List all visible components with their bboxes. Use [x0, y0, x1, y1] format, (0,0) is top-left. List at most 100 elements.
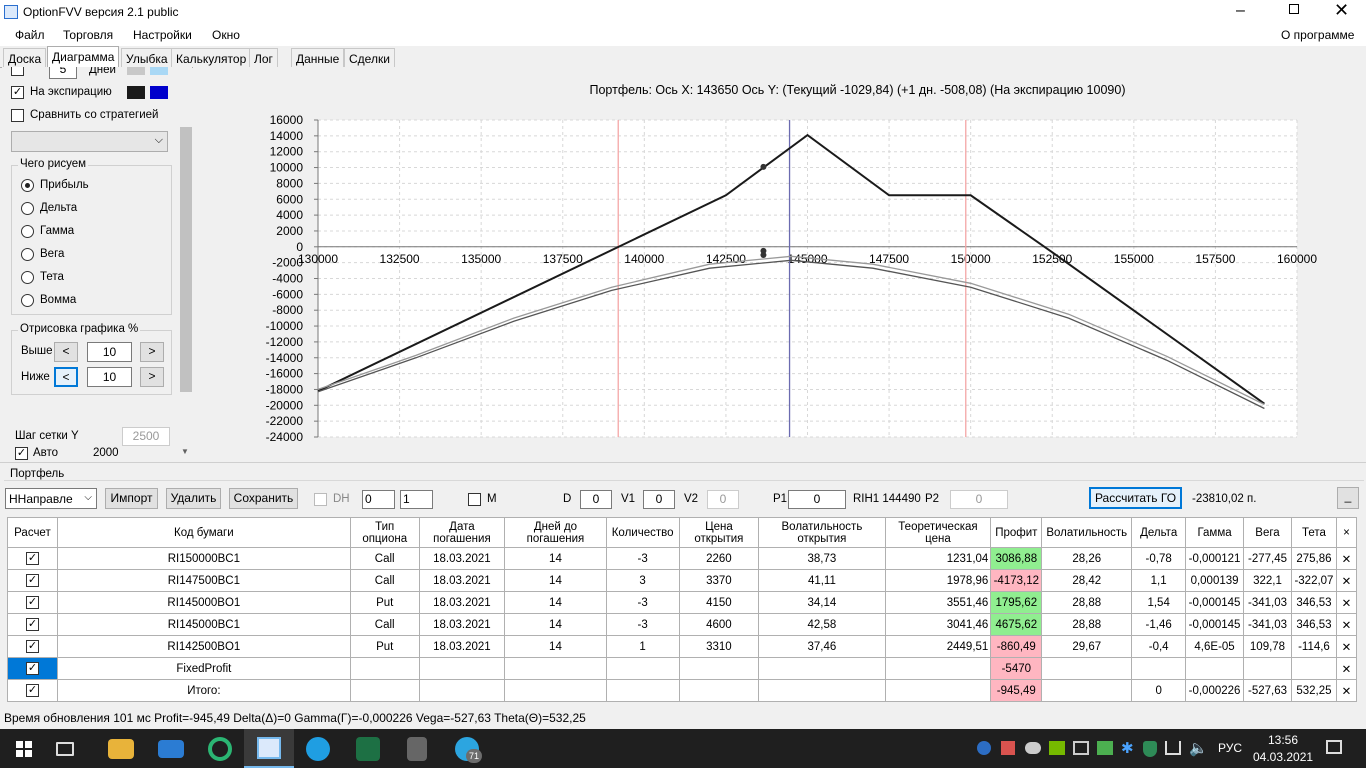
p1-input[interactable]: 0 — [788, 490, 846, 509]
remove-row-icon[interactable]: ✕ — [1335, 547, 1358, 570]
menu-about[interactable]: О программе — [1281, 28, 1354, 42]
delete-button[interactable]: Удалить — [166, 488, 221, 509]
calc-checkbox[interactable]: ✓ — [25, 684, 39, 697]
tab-log[interactable]: Лог — [249, 48, 278, 67]
radio-vega[interactable] — [21, 248, 34, 261]
menu-settings[interactable]: Настройки — [133, 28, 192, 42]
notification-icon[interactable] — [1326, 740, 1342, 754]
calc-checkbox-cell[interactable]: ✓ — [7, 635, 58, 658]
quik-icon[interactable] — [208, 737, 232, 761]
dh-spin-1[interactable]: 0 — [362, 490, 395, 509]
clock-time[interactable]: 13:56 — [1268, 733, 1298, 747]
tray-nvidia-icon[interactable] — [1049, 741, 1065, 755]
tray-app2-icon[interactable] — [1097, 741, 1113, 755]
menu-file[interactable]: Файл — [15, 28, 45, 42]
bluetooth-icon[interactable]: ✱ — [1121, 739, 1134, 757]
clock-date[interactable]: 04.03.2021 — [1253, 750, 1313, 764]
remove-row-icon[interactable]: ✕ — [1335, 635, 1358, 658]
tray-badge-icon[interactable] — [977, 741, 991, 755]
tab-smile[interactable]: Улыбка — [121, 48, 173, 67]
table-row[interactable]: ✓ RI145000BO1 Put 18.03.2021 14 -3 4150 34,14 35… — [7, 591, 1358, 614]
column-header[interactable]: Дней до погашения — [504, 517, 607, 548]
calc-checkbox-cell[interactable]: ✓ — [7, 613, 58, 636]
column-header[interactable]: Тип опциона — [349, 517, 420, 548]
left-scrollbar[interactable]: ▼ — [178, 67, 192, 460]
calc-go-button[interactable]: Рассчитать ГО — [1089, 487, 1182, 509]
excel-icon[interactable] — [356, 737, 380, 761]
remove-row-icon[interactable]: ✕ — [1335, 591, 1358, 614]
language-indicator[interactable]: РУС — [1218, 741, 1242, 755]
minimize-panel-button[interactable]: _ — [1337, 487, 1359, 509]
network-icon[interactable] — [1165, 741, 1181, 755]
column-header[interactable]: Количество — [605, 517, 680, 548]
radio-theta[interactable] — [21, 271, 34, 284]
table-row[interactable]: ✓ RI142500BO1 Put 18.03.2021 14 1 3310 37,46 244… — [7, 635, 1358, 658]
tray-monitor-icon[interactable] — [1073, 741, 1089, 755]
import-button[interactable]: Импорт — [105, 488, 158, 509]
menu-window[interactable]: Окно — [212, 28, 240, 42]
remove-row-icon[interactable]: ✕ — [1335, 657, 1358, 680]
column-header[interactable]: Дата погашения — [418, 517, 506, 548]
radio-gamma[interactable] — [21, 225, 34, 238]
below-decrease-button[interactable]: < — [54, 367, 78, 387]
above-decrease-button[interactable]: < — [54, 342, 78, 362]
windows-start-icon[interactable] — [16, 741, 32, 757]
column-header[interactable]: Цена открытия — [678, 517, 760, 548]
expiration-checkbox[interactable]: ✓ — [11, 86, 24, 99]
radio-delta[interactable] — [21, 202, 34, 215]
compare-checkbox[interactable] — [11, 109, 24, 122]
days-input[interactable]: 5 — [49, 67, 77, 79]
payoff-chart[interactable]: Портфель: Ось X: 143650 Ось Y: (Текущий … — [193, 67, 1366, 460]
m-checkbox[interactable] — [468, 493, 481, 506]
below-increase-button[interactable]: > — [140, 367, 164, 387]
days-color-2[interactable] — [150, 67, 168, 75]
portfolio-select[interactable]: ННаправле ⌵ — [5, 488, 97, 509]
column-header[interactable]: Теоретическая цена — [884, 517, 992, 548]
volume-icon[interactable]: 🔈 — [1189, 739, 1208, 757]
expiration-color-1[interactable] — [127, 86, 145, 99]
calc-checkbox-cell[interactable]: ✓ — [7, 569, 58, 592]
plus-days-checkbox[interactable] — [11, 67, 24, 76]
scrollbar-thumb[interactable] — [180, 127, 192, 392]
scroll-down-icon[interactable]: ▼ — [181, 447, 189, 456]
v1-input[interactable]: 0 — [643, 490, 675, 509]
column-header[interactable]: Профит — [990, 517, 1043, 548]
calc-checkbox[interactable]: ✓ — [25, 618, 39, 631]
mail-icon[interactable] — [158, 740, 184, 758]
table-row[interactable]: ✓ RI145000BC1 Call 18.03.2021 14 -3 4600 42,58 3… — [7, 613, 1358, 636]
calc-checkbox[interactable]: ✓ — [25, 574, 39, 587]
tab-data[interactable]: Данные — [291, 48, 345, 67]
remove-row-icon[interactable]: ✕ — [1335, 569, 1358, 592]
calc-checkbox-cell[interactable]: ✓ — [7, 679, 58, 702]
column-header[interactable]: Тета — [1290, 517, 1337, 548]
above-increase-button[interactable]: > — [140, 342, 164, 362]
calculator-icon[interactable] — [407, 737, 427, 761]
above-input[interactable]: 10 — [87, 342, 132, 362]
calc-checkbox-cell[interactable]: ✓ — [7, 547, 58, 570]
auto-checkbox[interactable]: ✓ — [15, 447, 28, 460]
dh-spin-2[interactable]: 1 — [400, 490, 433, 509]
calc-checkbox-cell[interactable]: ✓ — [7, 657, 58, 680]
radio-vomma[interactable] — [21, 294, 34, 307]
menu-trade[interactable]: Торговля — [63, 28, 113, 42]
remove-row-icon[interactable]: ✕ — [1335, 679, 1358, 702]
close-icon[interactable]: ✕ — [1334, 0, 1349, 21]
edge-icon[interactable] — [306, 737, 330, 761]
column-header[interactable]: Вега — [1243, 517, 1292, 548]
grid-step-input[interactable]: 2500 — [122, 427, 170, 446]
column-header[interactable]: Волатильность открытия — [758, 517, 886, 548]
column-header[interactable]: Дельта — [1131, 517, 1187, 548]
remove-row-icon[interactable]: ✕ — [1335, 613, 1358, 636]
calc-checkbox[interactable]: ✓ — [25, 596, 39, 609]
tray-app-icon[interactable] — [1001, 741, 1015, 755]
tab-deals[interactable]: Сделки — [344, 48, 395, 67]
table-row[interactable]: ✓ Итого: -945,49 0 -0,000226 -527,63 532,25 ✕ — [7, 679, 1358, 702]
column-header[interactable]: Расчет — [7, 517, 58, 548]
d-input[interactable]: 0 — [580, 490, 612, 509]
column-header[interactable]: Волатильность — [1041, 517, 1133, 548]
file-explorer-icon[interactable] — [108, 739, 134, 759]
below-input[interactable]: 10 — [87, 367, 132, 387]
radio-profit[interactable] — [21, 179, 34, 192]
tray-cloud-icon[interactable] — [1025, 742, 1041, 754]
column-header[interactable]: × — [1335, 517, 1358, 548]
